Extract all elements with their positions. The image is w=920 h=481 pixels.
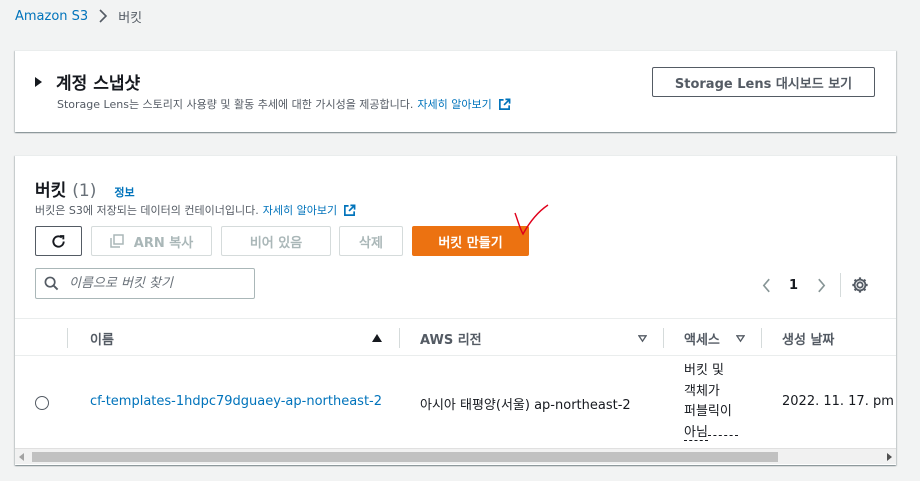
buckets-count: (1) [72,181,97,201]
bucket-created-date: 2022. 11. 17. pm [782,394,894,409]
column-divider [399,328,400,348]
bucket-search-input[interactable] [69,276,239,291]
scroll-left-arrow[interactable] [19,453,24,461]
column-divider [67,328,68,348]
account-snapshot-description: Storage Lens는 스토리지 사용량 및 활동 추세에 대한 가시성을 … [57,96,511,112]
copy-arn-label: ARN 복사 [133,235,194,251]
empty-bucket-button[interactable]: 비어 있음 [221,226,331,256]
search-icon [44,276,59,291]
external-link-icon [498,98,511,110]
table-row[interactable]: cf-templates-1hdpc79dguaey-ap-northeast-… [15,356,896,448]
buckets-description-text: 버킷은 S3에 저장되는 데이터의 컨테이너입니다. [35,204,259,217]
account-snapshot-toggle[interactable]: 계정 스냅샷 [35,69,140,94]
buckets-header: 버킷 (1) 정보 [35,176,135,201]
refresh-button[interactable] [35,226,82,256]
column-header-access[interactable]: 액세스 [684,319,756,357]
table-header: 이름 AWS 리전 액세스 생성 날짜 [15,318,896,356]
column-header-region[interactable]: AWS 리전 [420,319,650,357]
scrollbar-thumb[interactable] [32,452,778,462]
preferences-button[interactable] [851,275,869,295]
bucket-access-line: 객체가 [684,383,720,399]
buckets-title: 버킷 [35,181,67,201]
bucket-access-line: 아님 [684,424,708,441]
horizontal-scrollbar[interactable] [15,448,896,464]
buckets-panel: 버킷 (1) 정보 버킷은 S3에 저장되는 데이터의 컨테이너입니다. 자세히… [15,155,896,465]
bucket-access-line: 버킷 및 [684,363,725,378]
next-page-button[interactable] [812,275,830,295]
refresh-icon [52,234,65,248]
sort-descending-icon [638,334,647,342]
bucket-access: 버킷 및 객체가 퍼블릭이 아님 [684,361,754,443]
delete-bucket-button[interactable]: 삭제 [339,226,403,256]
caret-right-icon [35,76,42,87]
bucket-region: 아시아 태평양(서울) ap-northeast-2 [420,398,631,413]
bucket-name-link[interactable]: cf-templates-1hdpc79dguaey-ap-northeast-… [90,394,382,409]
copy-icon [110,234,124,248]
column-header-name-label: 이름 [90,332,114,348]
info-link[interactable]: 정보 [114,184,134,200]
create-bucket-button[interactable]: 버킷 만들기 [412,226,529,256]
bucket-search[interactable] [35,268,255,299]
breadcrumb: Amazon S3 버킷 [15,6,142,26]
account-snapshot-panel: 계정 스냅샷 Storage Lens는 스토리지 사용량 및 활동 추세에 대… [15,50,896,132]
column-header-access-label: 액세스 [684,332,720,348]
chevron-right-icon [817,278,825,292]
column-header-region-label: AWS 리전 [420,332,482,348]
column-divider [663,328,664,348]
chevron-right-icon [99,9,108,23]
account-snapshot-title: 계정 스냅샷 [56,74,141,94]
current-page-number[interactable]: 1 [789,278,798,293]
pager-divider [840,273,842,297]
buckets-description: 버킷은 S3에 저장되는 데이터의 컨테이너입니다. 자세히 알아보기 [35,202,356,218]
pagination: 1 [757,273,869,297]
storage-lens-dashboard-button[interactable]: Storage Lens 대시보드 보기 [652,67,875,97]
gear-icon [852,277,868,293]
sort-descending-icon [736,334,745,342]
sort-ascending-icon [372,334,382,342]
snapshot-learn-more-link[interactable]: 자세히 알아보기 [417,96,491,112]
buckets-learn-more-link[interactable]: 자세히 알아보기 [263,202,337,218]
breadcrumb-current: 버킷 [118,10,143,26]
copy-arn-button[interactable]: ARN 복사 [91,226,212,256]
column-divider [761,328,762,348]
previous-page-button[interactable] [757,275,775,295]
external-link-icon [344,204,356,216]
column-header-created[interactable]: 생성 날짜 [782,319,834,357]
bucket-access-line: 퍼블릭이 [684,404,732,419]
scroll-right-arrow[interactable] [887,453,892,461]
breadcrumb-link-amazon-s3[interactable]: Amazon S3 [15,9,88,24]
chevron-left-icon [762,278,770,292]
access-underline [707,434,738,436]
account-snapshot-description-text: Storage Lens는 스토리지 사용량 및 활동 추세에 대한 가시성을 … [57,98,414,111]
column-header-name[interactable]: 이름 [90,319,390,357]
row-select-radio[interactable] [35,396,49,410]
column-header-created-label: 생성 날짜 [782,332,835,348]
